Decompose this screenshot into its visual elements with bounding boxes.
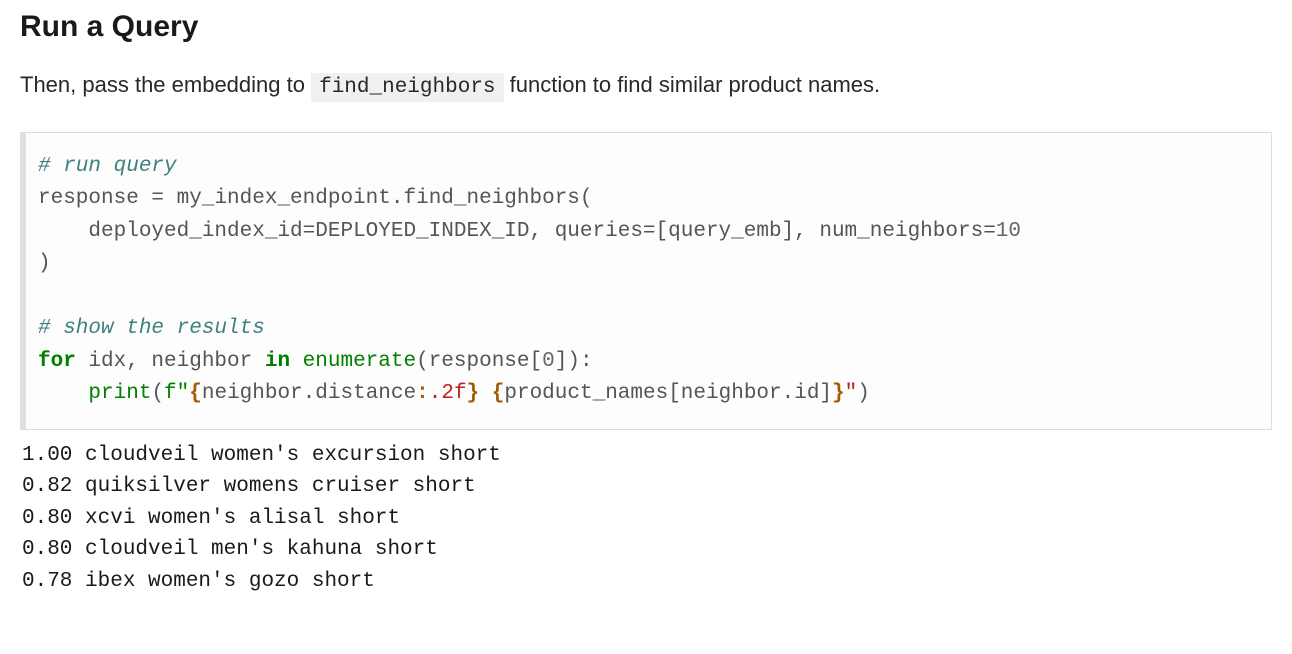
inline-code-fn: find_neighbors [311,73,503,102]
code-comment: # run query [38,155,177,178]
code-string-interp: } [832,382,845,405]
code-number: 10 [996,220,1021,243]
code-string: .2f [429,382,467,405]
code-string-interp: } [467,382,480,405]
code-token: response [38,187,151,210]
code-token: DEPLOYED_INDEX_ID, queries [315,220,643,243]
output-block: 1.00 cloudveil women's excursion short 0… [20,440,1272,598]
code-token [38,382,88,405]
code-token: ( [151,382,164,405]
description-suffix: function to find similar product names. [504,72,881,97]
code-number: 0 [542,350,555,373]
code-string [479,382,492,405]
code-token: neighbor.distance [202,382,416,405]
code-token: = [983,220,996,243]
code-token: = [643,220,656,243]
code-keyword: for [38,350,76,373]
code-token: find_neighbors( [403,187,592,210]
code-builtin: enumerate [303,350,416,373]
code-token: ) [38,252,51,275]
section-heading: Run a Query [20,10,1272,44]
code-token: idx, neighbor [76,350,265,373]
description-prefix: Then, pass the embedding to [20,72,311,97]
code-token: product_names[neighbor.id] [504,382,832,405]
code-string-interp: : [416,382,429,405]
code-token: ]): [555,350,593,373]
code-token: my_index_endpoint [164,187,391,210]
code-token [290,350,303,373]
code-comment: # show the results [38,317,265,340]
code-string-prefix: f" [164,382,189,405]
code-token: . [391,187,404,210]
code-string-interp: { [189,382,202,405]
code-block: # run query response = my_index_endpoint… [20,132,1272,430]
description-text: Then, pass the embedding to find_neighbo… [20,68,1272,104]
code-token: (response[ [416,350,542,373]
code-builtin: print [88,382,151,405]
code-string-interp: { [492,382,505,405]
code-token: deployed_index_id [38,220,303,243]
code-keyword: in [265,350,290,373]
code-token: = [151,187,164,210]
code-token: ) [857,382,870,405]
code-token: = [303,220,316,243]
code-string: " [845,382,858,405]
code-token: [query_emb], num_neighbors [656,220,984,243]
